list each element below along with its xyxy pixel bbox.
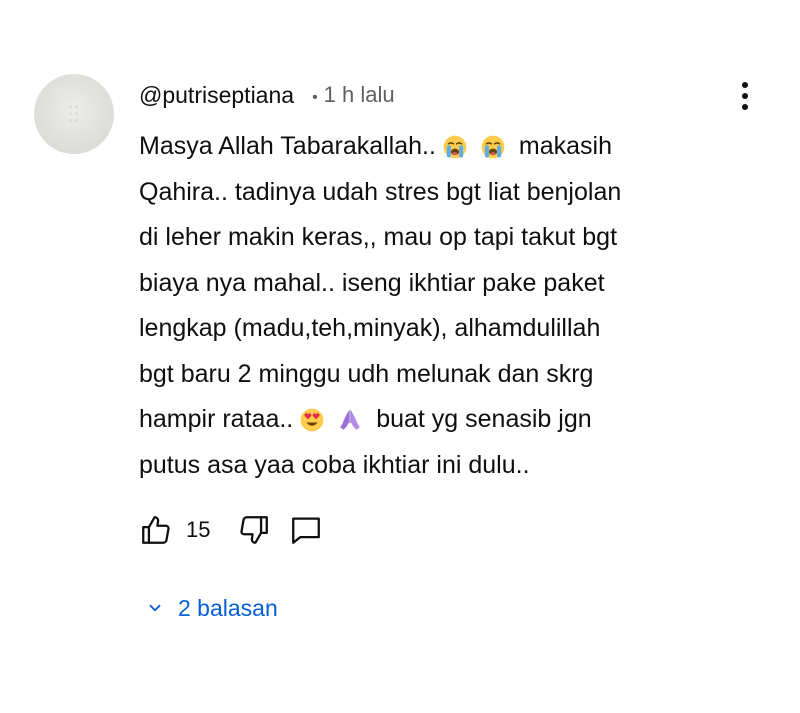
comment-line: putus asa yaa coba ikhtiar ini dulu.. (139, 443, 714, 489)
comment-header: @putriseptiana • 1 h lalu (139, 80, 395, 110)
comment-icon (292, 517, 321, 544)
comment-line: bgt baru 2 minggu udh melunak dan skrg (139, 352, 714, 398)
comment-line: biaya nya mahal.. iseng ikhtiar pake pak… (139, 261, 714, 307)
comment-text-span: lengkap (madu,teh,minyak), alhamdulillah (139, 314, 601, 342)
comment-text-span: hampir rataa.. (139, 405, 294, 433)
menu-dot (742, 93, 748, 99)
replies-label: 2 balasan (178, 594, 278, 621)
loudly-crying-face-emoji (480, 130, 506, 159)
username[interactable]: @putriseptiana (139, 82, 294, 109)
comment-thread: ⁘⁘ ⁘⁘ ⁘⁘ @putriseptiana • 1 h lalu Masya Al… (0, 0, 800, 713)
comment-text-span: buat yg senasib jgn (369, 405, 592, 433)
comment-text: Masya Allah Tabarakallah.. makasih Qahira… (139, 124, 714, 488)
avatar[interactable]: ⁘⁘ ⁘⁘ ⁘⁘ (34, 74, 114, 154)
comment-text-span: putus asa yaa coba ikhtiar ini dulu.. (139, 450, 530, 479)
reply-button[interactable] (288, 512, 324, 548)
like-count: 15 (186, 517, 211, 542)
time-separator: • (312, 89, 318, 106)
thumb-down-icon (240, 516, 269, 544)
comment-text-span: makasih (511, 132, 612, 160)
comment-text-span: Masya Allah Tabarakallah.. (139, 132, 436, 160)
like-button[interactable] (138, 512, 174, 548)
comment-text-span: bgt baru 2 minggu udh melunak dan skrg (139, 359, 594, 388)
timestamp[interactable]: • 1 h lalu (312, 82, 395, 108)
loudly-crying-face-emoji (442, 130, 468, 159)
menu-dot (742, 82, 748, 88)
more-vert-icon[interactable] (727, 76, 763, 116)
time-label: 1 h lalu (323, 82, 395, 107)
comment-line: lengkap (madu,teh,minyak), alhamdulillah (139, 306, 714, 352)
comment-line: hampir rataa.. buat yg senasib jgn (139, 397, 714, 443)
comment-line: di leher makin keras,, mau op tapi takut… (139, 215, 714, 261)
comment-line: Qahira.. tadinya udah stres bgt liat ben… (139, 170, 714, 216)
comment-text-span: biaya nya mahal.. iseng ikhtiar pake pak… (139, 268, 605, 297)
menu-dot (742, 104, 748, 110)
chevron-down-icon (149, 604, 161, 612)
avatar-icon: ⁘⁘ ⁘⁘ ⁘⁘ (67, 103, 81, 125)
comment-text-span: Qahira.. tadinya udah stres bgt liat ben… (139, 177, 622, 206)
folded-hands-emoji (337, 403, 363, 430)
dislike-button[interactable] (236, 512, 272, 548)
comment-line: Masya Allah Tabarakallah.. makasih (139, 124, 714, 170)
comment-text-span: di leher makin keras,, mau op tapi takut… (139, 223, 618, 251)
view-replies-button[interactable]: 2 balasan (146, 590, 278, 626)
thumb-up-icon (142, 516, 170, 544)
heart-eyes-face-emoji (299, 403, 325, 432)
comment-actions: 15 (138, 512, 324, 548)
